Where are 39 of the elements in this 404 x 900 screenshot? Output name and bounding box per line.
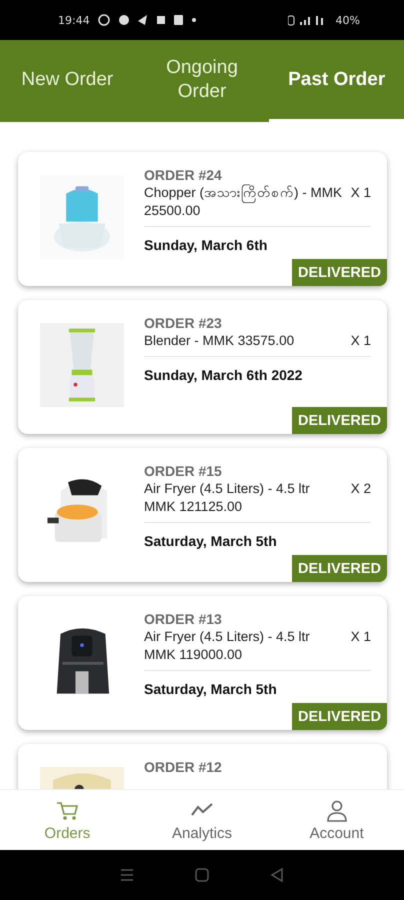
status-badge: DELIVERED bbox=[292, 555, 387, 582]
item-description: Air Fryer (4.5 Liters) - 4.5 ltr MMK 119000.00 bbox=[144, 628, 311, 664]
order-card[interactable]: ORDER #13 Air Fryer (4.5 Liters) - 4.5 ltr MMK 119000.00 X 1 Saturday, March 5th DELIVERED bbox=[18, 596, 387, 730]
item-description: Blender - MMK 33575.00 bbox=[144, 332, 296, 350]
status-badge: DELIVERED bbox=[292, 259, 387, 286]
order-number: ORDER #13 bbox=[144, 610, 223, 628]
order-number: ORDER #15 bbox=[144, 462, 223, 480]
square-icon bbox=[174, 14, 184, 26]
item-quantity: X 1 bbox=[350, 628, 371, 646]
order-card[interactable]: ORDER #15 Air Fryer (4.5 Liters) - 4.5 ltr MMK 121125.00 X 2 Saturday, March 5th DELIVERED bbox=[18, 448, 387, 582]
item-description: Chopper (အသားကြိတ်စက်) - MMK 25500.00 bbox=[144, 184, 343, 220]
status-badge: DELIVERED bbox=[292, 407, 387, 434]
item-description: Air Fryer (4.5 Liters) - 4.5 ltr MMK 121125.00 bbox=[144, 480, 311, 516]
nav-item[interactable]: Analytics bbox=[134, 790, 270, 850]
order-date: Saturday, March 5th bbox=[144, 533, 278, 549]
person-icon bbox=[324, 798, 349, 822]
order-card[interactable]: ORDER #12 bbox=[18, 744, 387, 789]
menu-icon bbox=[119, 867, 136, 883]
order-number: ORDER #24 bbox=[144, 166, 223, 184]
item-quantity: X 1 bbox=[350, 184, 371, 202]
back-icon bbox=[268, 867, 285, 883]
status-badge: DELIVERED bbox=[292, 703, 387, 730]
battery-level: 40% bbox=[336, 14, 360, 26]
dot-icon bbox=[192, 18, 196, 22]
order-date: Sunday, March 6th bbox=[144, 237, 268, 253]
tab[interactable]: New Order bbox=[0, 40, 135, 122]
home-icon bbox=[194, 867, 210, 883]
order-card[interactable]: ORDER #24 Chopper (အသားကြိတ်စက်) - MMK 25500.00 X 1 Sunday, March 6th DELIVERED bbox=[18, 152, 387, 286]
nav-item[interactable]: Orders bbox=[0, 790, 135, 850]
item-quantity: X 1 bbox=[350, 332, 371, 350]
order-number: ORDER #12 bbox=[144, 758, 223, 776]
order-card[interactable]: ORDER #23 Blender - MMK 33575.00 X 1 Sunday, March 6th 2022 DELIVERED bbox=[18, 300, 387, 434]
item-quantity: X 2 bbox=[350, 480, 371, 498]
order-date: Saturday, March 5th bbox=[144, 681, 278, 697]
order-date: Sunday, March 6th 2022 bbox=[144, 367, 304, 383]
tab[interactable]: Ongoing Order bbox=[134, 40, 270, 122]
nav-item[interactable]: Account bbox=[269, 790, 404, 850]
order-number: ORDER #23 bbox=[144, 314, 223, 332]
clock-time: 19:44 bbox=[58, 14, 90, 26]
